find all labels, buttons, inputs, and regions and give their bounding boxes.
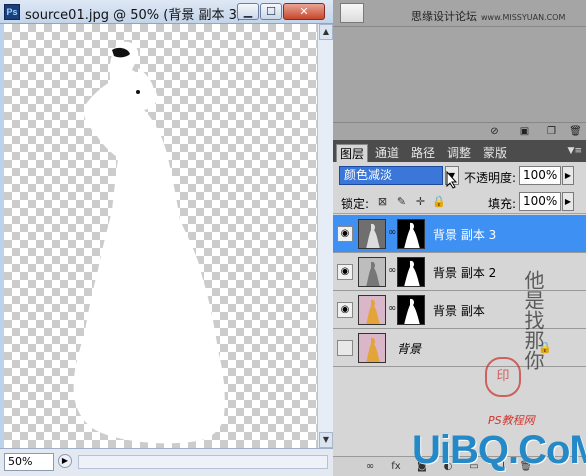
document-statusbar: 50% ▶ (0, 448, 333, 476)
tab-masks[interactable]: 蒙版 (480, 144, 510, 162)
figure-thumbnail-icon (366, 261, 380, 286)
site-name: 思缘设计论坛 (411, 10, 477, 23)
trash-icon[interactable]: 🗑 (569, 125, 582, 138)
layer-row[interactable]: 背景 🔒 (333, 329, 586, 367)
document-title: source01.jpg @ 50% (背景 副本 3, ... (25, 8, 258, 23)
tab-paths[interactable]: 路径 (408, 144, 438, 162)
tab-channels[interactable]: 通道 (372, 144, 402, 162)
panel-thumbnail[interactable] (340, 3, 364, 23)
seal-watermark: 印 (485, 357, 521, 397)
lock-image-icon[interactable]: ✎ (395, 195, 408, 208)
fill-label: 填充: (488, 197, 517, 211)
top-panel-icons: ⊘ ▣ ❐ 🗑 (333, 122, 586, 140)
mask-link-icon[interactable]: ∞ (388, 227, 396, 238)
mask-figure-icon (404, 260, 420, 286)
opacity-field[interactable]: 100% (519, 166, 561, 185)
mouse-cursor-icon (446, 171, 458, 189)
lock-fill-row: 锁定: ⊠ ✎ ✛ 🔒 填充: 100% ▶ (333, 190, 586, 214)
document-canvas[interactable] (4, 24, 317, 448)
tab-adjustments[interactable]: 调整 (444, 144, 474, 162)
lock-position-icon[interactable]: ✛ (414, 195, 427, 208)
visibility-toggle[interactable] (337, 340, 353, 356)
blend-opacity-row: 颜色减淡 ▼ 不透明度: 100% ▶ (333, 163, 586, 189)
layer-mask-thumbnail[interactable] (397, 257, 425, 287)
scroll-down-icon[interactable]: ▼ (319, 432, 333, 448)
mask-link-icon[interactable]: ∞ (388, 303, 396, 314)
layer-thumbnail (358, 333, 386, 363)
horizontal-scrollbar[interactable] (78, 455, 328, 469)
visibility-eye-icon[interactable]: ◉ (337, 264, 353, 280)
figure-thumbnail-icon (366, 223, 380, 248)
zoom-field[interactable]: 50% (4, 453, 54, 471)
photoshop-app-icon: Ps (4, 4, 20, 20)
link-layers-icon[interactable]: ∞ (363, 460, 377, 474)
panel-menu-icon[interactable]: ▼≡ (568, 146, 582, 156)
calligraphy-watermark: 他是找那你 (521, 270, 545, 370)
panel-divider (333, 26, 586, 27)
document-titlebar[interactable]: Ps source01.jpg @ 50% (背景 副本 3, ... ▁ ☐ … (0, 0, 333, 24)
new-page-icon[interactable]: ❐ (545, 125, 558, 138)
layer-mask-thumbnail[interactable] (397, 295, 425, 325)
woman-silhouette-image (73, 41, 225, 444)
visibility-eye-icon[interactable]: ◉ (337, 226, 353, 242)
fill-field[interactable]: 100% (519, 192, 561, 211)
site-watermark: 思缘设计论坛 www.MISSYUAN.COM (411, 8, 565, 24)
panel-tabs: 图层 通道 路径 调整 蒙版 ▼≡ (333, 140, 586, 162)
new-item-icon[interactable]: ▣ (518, 125, 531, 138)
figure-thumbnail-icon (366, 299, 380, 324)
layer-name: 背景 副本 3 (433, 228, 497, 242)
minimize-button[interactable]: ▁ (237, 3, 259, 20)
top-right-panel: 思缘设计论坛 www.MISSYUAN.COM ⊘ ▣ ❐ 🗑 (333, 0, 586, 140)
layer-row[interactable]: ◉ ∞ 背景 副本 (333, 291, 586, 329)
mask-figure-icon (404, 222, 420, 248)
layer-thumbnail (358, 295, 386, 325)
photoshop-screen: Ps source01.jpg @ 50% (背景 副本 3, ... ▁ ☐ … (0, 0, 586, 476)
layer-style-icon[interactable]: fx (389, 460, 403, 474)
opacity-slider-icon[interactable]: ▶ (562, 166, 574, 185)
ps-tutorial-watermark: PS教程网 (488, 414, 535, 427)
brand-watermark: UiBQ.CoM (412, 428, 586, 472)
layer-name: 背景 (397, 342, 422, 356)
opacity-label: 不透明度: (464, 171, 517, 185)
layer-thumbnail (358, 219, 386, 249)
layer-row[interactable]: ◉ ∞ 背景 副本 3 (333, 215, 586, 253)
layers-panel: 图层 通道 路径 调整 蒙版 ▼≡ 颜色减淡 ▼ 不透明度: 100% ▶ 锁定… (333, 140, 586, 476)
status-menu-icon[interactable]: ▶ (58, 454, 72, 468)
mask-link-icon[interactable]: ∞ (388, 265, 396, 276)
figure-thumbnail-icon (366, 337, 380, 362)
visibility-eye-icon[interactable]: ◉ (337, 302, 353, 318)
scroll-up-icon[interactable]: ▲ (319, 24, 333, 40)
close-button[interactable]: ✕ (283, 3, 325, 20)
layer-thumbnail (358, 257, 386, 287)
site-url: www.MISSYUAN.COM (481, 13, 566, 22)
fill-slider-icon[interactable]: ▶ (562, 192, 574, 211)
lock-all-icon[interactable]: 🔒 (432, 195, 446, 208)
vertical-scrollbar[interactable]: ▲ ▼ (317, 24, 333, 448)
layer-list: ◉ ∞ 背景 副本 3 ◉ ∞ 背景 副本 2 ◉ ∞ 背景 副本 背景 🔒 (333, 215, 586, 455)
document-window: Ps source01.jpg @ 50% (背景 副本 3, ... ▁ ☐ … (0, 0, 333, 476)
tab-layers[interactable]: 图层 (336, 144, 369, 162)
layer-row[interactable]: ◉ ∞ 背景 副本 2 (333, 253, 586, 291)
maximize-button[interactable]: ☐ (260, 3, 282, 20)
mask-figure-icon (404, 298, 420, 324)
layer-mask-thumbnail[interactable] (397, 219, 425, 249)
lock-label: 锁定: (341, 197, 370, 211)
no-entry-icon[interactable]: ⊘ (488, 125, 501, 138)
lock-transparency-icon[interactable]: ⊠ (376, 195, 389, 208)
blend-mode-select[interactable]: 颜色减淡 (339, 166, 443, 185)
